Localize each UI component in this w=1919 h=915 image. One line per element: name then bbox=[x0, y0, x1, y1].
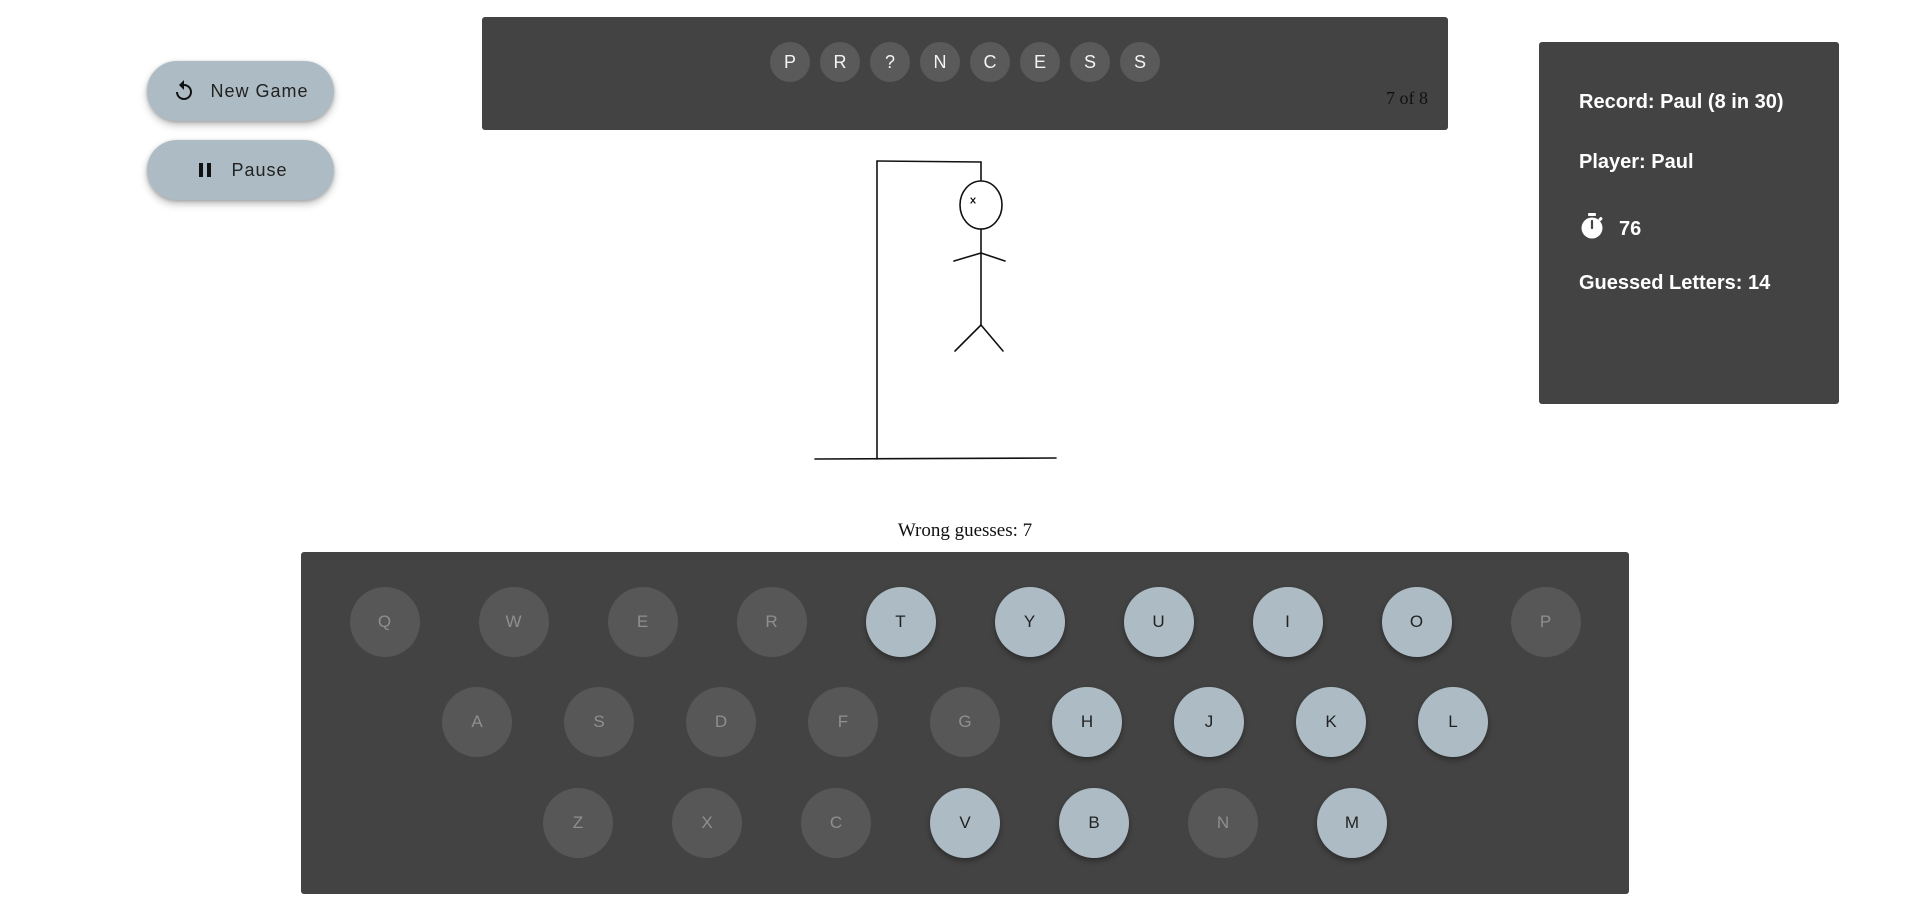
player-text: Player: Paul bbox=[1579, 151, 1694, 173]
keyboard-row: QWERTYUIOP bbox=[301, 587, 1629, 657]
hangman-right-leg bbox=[980, 324, 1004, 352]
key-o[interactable]: O bbox=[1381, 587, 1452, 657]
key-r: R bbox=[736, 587, 807, 657]
key-i[interactable]: I bbox=[1252, 587, 1323, 657]
wrong-guesses-label: Wrong guesses: 7 bbox=[897, 520, 1033, 541]
keyboard-row: ASDFGHJKL bbox=[301, 687, 1629, 757]
key-v[interactable]: V bbox=[930, 788, 1000, 858]
key-h[interactable]: H bbox=[1052, 687, 1122, 757]
timer: 76 bbox=[1579, 212, 1641, 246]
key-w: W bbox=[478, 587, 549, 657]
stats-panel: Record: Paul (8 in 30) Player: Paul 76 G… bbox=[1539, 42, 1839, 404]
key-g: G bbox=[930, 687, 1000, 757]
timer-value: 76 bbox=[1619, 217, 1642, 240]
key-s: S bbox=[564, 687, 634, 757]
hangman-head bbox=[959, 180, 1003, 230]
keyboard-row: ZXCVBNM bbox=[301, 788, 1629, 858]
key-y[interactable]: Y bbox=[994, 587, 1065, 657]
key-l[interactable]: L bbox=[1418, 687, 1488, 757]
key-j[interactable]: J bbox=[1174, 687, 1244, 757]
record-text: Record: Paul (8 in 30) bbox=[1579, 91, 1784, 113]
guessed-letters-text: Guessed Letters: 14 bbox=[1579, 272, 1771, 294]
key-c: C bbox=[801, 788, 871, 858]
key-k[interactable]: K bbox=[1296, 687, 1366, 757]
key-n: N bbox=[1188, 788, 1258, 858]
stopwatch-icon bbox=[1579, 212, 1605, 246]
key-e: E bbox=[607, 587, 678, 657]
key-x: X bbox=[672, 788, 742, 858]
key-z: Z bbox=[543, 788, 613, 858]
gallows-base bbox=[814, 457, 1057, 460]
key-d: D bbox=[686, 687, 756, 757]
hangman-left-leg bbox=[954, 324, 982, 352]
key-m[interactable]: M bbox=[1317, 788, 1387, 858]
key-q: Q bbox=[349, 587, 420, 657]
letter-keyboard: QWERTYUIOP ASDFGHJKL ZXCVBNM bbox=[301, 552, 1629, 894]
gallows-beam bbox=[876, 160, 982, 163]
key-u[interactable]: U bbox=[1123, 587, 1194, 657]
key-b[interactable]: B bbox=[1059, 788, 1129, 858]
key-a: A bbox=[442, 687, 512, 757]
key-f: F bbox=[808, 687, 878, 757]
key-t[interactable]: T bbox=[865, 587, 936, 657]
hangman-left-arm bbox=[953, 252, 982, 262]
hangman-right-arm bbox=[980, 252, 1006, 262]
key-p: P bbox=[1510, 587, 1581, 657]
